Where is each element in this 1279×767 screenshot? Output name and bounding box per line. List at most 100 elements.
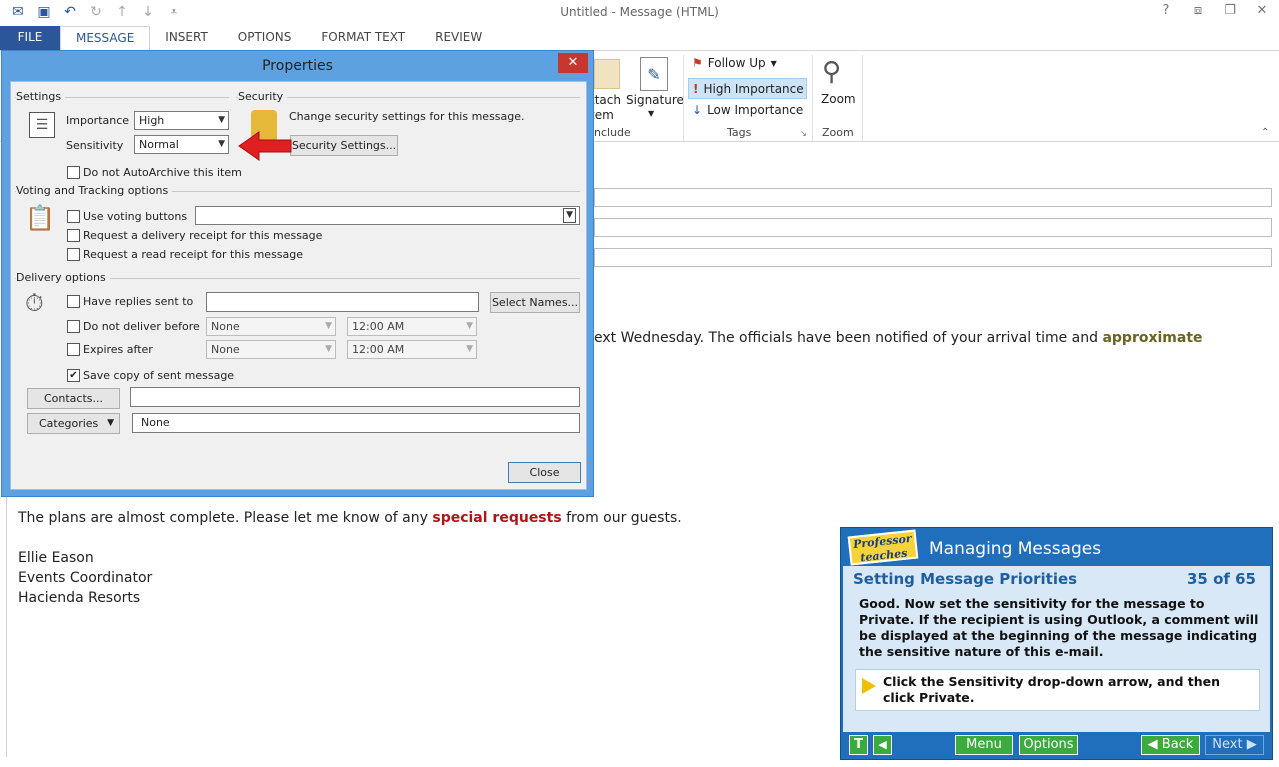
dialog-close-icon[interactable]: ✕ xyxy=(558,53,588,73)
tutorial-subtitle: Setting Message Priorities xyxy=(853,570,1078,588)
importance-select[interactable]: High ▼ xyxy=(134,111,229,130)
delivery-clock-icon: ⏱ xyxy=(25,289,44,317)
tab-file[interactable]: FILE xyxy=(0,26,60,50)
professor-logo: Professor teaches xyxy=(847,529,919,566)
tab-format-text[interactable]: FORMAT TEXT xyxy=(306,26,420,50)
chevron-down-icon: ▼ xyxy=(107,418,114,428)
help-icon[interactable]: ? xyxy=(1157,3,1175,18)
expires-after-label: Expires after xyxy=(83,343,153,356)
contacts-input[interactable] xyxy=(130,387,580,407)
tutorial-title: Managing Messages xyxy=(929,539,1102,559)
delivery-receipt-label: Request a delivery receipt for this mess… xyxy=(83,229,323,242)
chevron-down-icon: ▼ xyxy=(218,115,225,125)
down-arrow-icon: ↓ xyxy=(692,103,703,117)
attach-item-button[interactable]: ttach tem xyxy=(590,93,621,123)
menu-button[interactable]: Menu xyxy=(955,735,1013,755)
signature-dropdown-icon[interactable]: ▼ xyxy=(648,109,654,118)
body-left-border xyxy=(6,497,7,757)
options-button[interactable]: Options xyxy=(1019,735,1078,755)
have-replies-checkbox[interactable] xyxy=(67,295,80,308)
tutorial-progress: 35 of 65 xyxy=(1186,570,1256,588)
voting-icon: 📋 xyxy=(25,204,55,232)
tutorial-panel: Professor teaches Managing Messages Sett… xyxy=(840,527,1273,760)
message-line-2: The plans are almost complete. Please le… xyxy=(18,510,682,526)
expires-after-checkbox[interactable] xyxy=(67,343,80,356)
sensitivity-label: Sensitivity xyxy=(66,139,124,152)
flag-icon: ⚑ xyxy=(692,56,703,70)
low-importance-button[interactable]: ↓ Low Importance xyxy=(692,103,803,117)
expires-time-select[interactable]: 12:00 AM ▼ xyxy=(347,340,477,359)
voting-buttons-select[interactable]: ▼ xyxy=(195,206,580,225)
security-settings-button[interactable]: Security Settings... xyxy=(290,135,398,156)
window-controls: ? ⧈ ❐ ✕ xyxy=(1157,3,1271,18)
to-field[interactable] xyxy=(594,188,1272,207)
delivery-section-label: Delivery options xyxy=(16,271,110,284)
save-copy-checkbox[interactable]: ✔ xyxy=(67,369,80,382)
security-section-label: Security xyxy=(238,90,288,103)
text-toggle-button[interactable]: T xyxy=(849,735,868,755)
sensitivity-select[interactable]: Normal ▼ xyxy=(134,135,229,154)
signature-title: Events Coordinator xyxy=(18,570,153,586)
categories-button[interactable]: Categories ▼ xyxy=(27,413,120,434)
expires-date-select[interactable]: None ▼ xyxy=(206,340,336,359)
dialog-title: Properties xyxy=(262,58,333,74)
magnifier-icon[interactable]: ⚲ xyxy=(822,57,841,87)
tab-message[interactable]: MESSAGE xyxy=(60,26,151,50)
ribbon-display-icon[interactable]: ⧈ xyxy=(1189,3,1207,18)
zoom-button[interactable]: Zoom xyxy=(821,92,856,106)
audio-button[interactable]: ◀ xyxy=(873,735,892,755)
back-button[interactable]: ◀ Back xyxy=(1141,735,1200,755)
exclamation-icon: ! xyxy=(693,81,699,96)
voting-section-label: Voting and Tracking options xyxy=(16,184,173,197)
subject-field[interactable] xyxy=(594,248,1272,267)
signature-icon[interactable]: ✎ xyxy=(640,57,668,91)
include-group-label: nclude xyxy=(594,126,631,139)
read-receipt-label: Request a read receipt for this message xyxy=(83,248,304,261)
tags-launcher-icon[interactable]: ↘ xyxy=(800,129,807,138)
contacts-button[interactable]: Contacts... xyxy=(27,388,120,409)
deliver-time-select[interactable]: 12:00 AM ▼ xyxy=(347,317,477,336)
maximize-icon[interactable]: ❐ xyxy=(1221,3,1239,18)
tab-options[interactable]: OPTIONS xyxy=(223,26,307,50)
message-line-1: ext Wednesday. The officials have been n… xyxy=(594,330,1203,346)
have-replies-label: Have replies sent to xyxy=(83,295,194,308)
tutorial-nav-bar: T ◀ Menu Options ◀ Back Next ▶ xyxy=(841,732,1272,759)
tutorial-body: Setting Message Priorities 35 of 65 Good… xyxy=(843,566,1270,732)
zoom-group-label: Zoom xyxy=(822,126,854,139)
autoarchive-checkbox[interactable] xyxy=(67,166,80,179)
ribbon-tabs: FILE MESSAGE INSERT OPTIONS FORMAT TEXT … xyxy=(0,26,1279,50)
next-button[interactable]: Next ▶ xyxy=(1205,735,1264,755)
dialog-body: Settings Security ☰ Importance High ▼ Sen… xyxy=(10,81,587,490)
follow-up-button[interactable]: ⚑ Follow Up ▼ xyxy=(692,56,777,70)
deliver-date-select[interactable]: None ▼ xyxy=(206,317,336,336)
chevron-down-icon: ▼ xyxy=(325,321,332,331)
close-window-icon[interactable]: ✕ xyxy=(1253,3,1271,18)
select-names-button[interactable]: Select Names... xyxy=(490,292,580,313)
chevron-down-icon[interactable]: ▼ xyxy=(218,136,225,153)
save-copy-label: Save copy of sent message xyxy=(83,369,235,382)
tags-group-label: Tags xyxy=(727,126,752,139)
signature-company: Hacienda Resorts xyxy=(18,590,141,606)
cc-field[interactable] xyxy=(594,218,1272,237)
collapse-ribbon-icon[interactable]: ⌃ xyxy=(1261,127,1269,138)
chevron-down-icon: ▼ xyxy=(563,208,576,223)
ribbon-separator xyxy=(812,55,813,141)
attach-item-icon[interactable] xyxy=(594,59,620,89)
close-button[interactable]: Close xyxy=(508,462,581,483)
chevron-down-icon: ▼ xyxy=(770,58,777,68)
tutorial-header: Professor teaches Managing Messages xyxy=(841,528,1272,566)
read-receipt-checkbox[interactable] xyxy=(67,248,80,261)
tab-review[interactable]: REVIEW xyxy=(420,26,497,50)
signature-button[interactable]: Signature xyxy=(626,93,684,107)
ribbon-separator xyxy=(862,55,863,141)
chevron-down-icon: ▼ xyxy=(325,344,332,354)
delivery-receipt-checkbox[interactable] xyxy=(67,229,80,242)
chevron-down-icon: ▼ xyxy=(466,344,473,354)
importance-label: Importance xyxy=(66,114,130,127)
do-not-deliver-checkbox[interactable] xyxy=(67,320,80,333)
tutorial-instruction: Click the Sensitivity drop-down arrow, a… xyxy=(855,669,1260,711)
have-replies-input[interactable] xyxy=(206,292,479,312)
tab-insert[interactable]: INSERT xyxy=(150,26,223,50)
high-importance-button[interactable]: ! High Importance xyxy=(688,78,807,99)
use-voting-checkbox[interactable] xyxy=(67,210,80,223)
